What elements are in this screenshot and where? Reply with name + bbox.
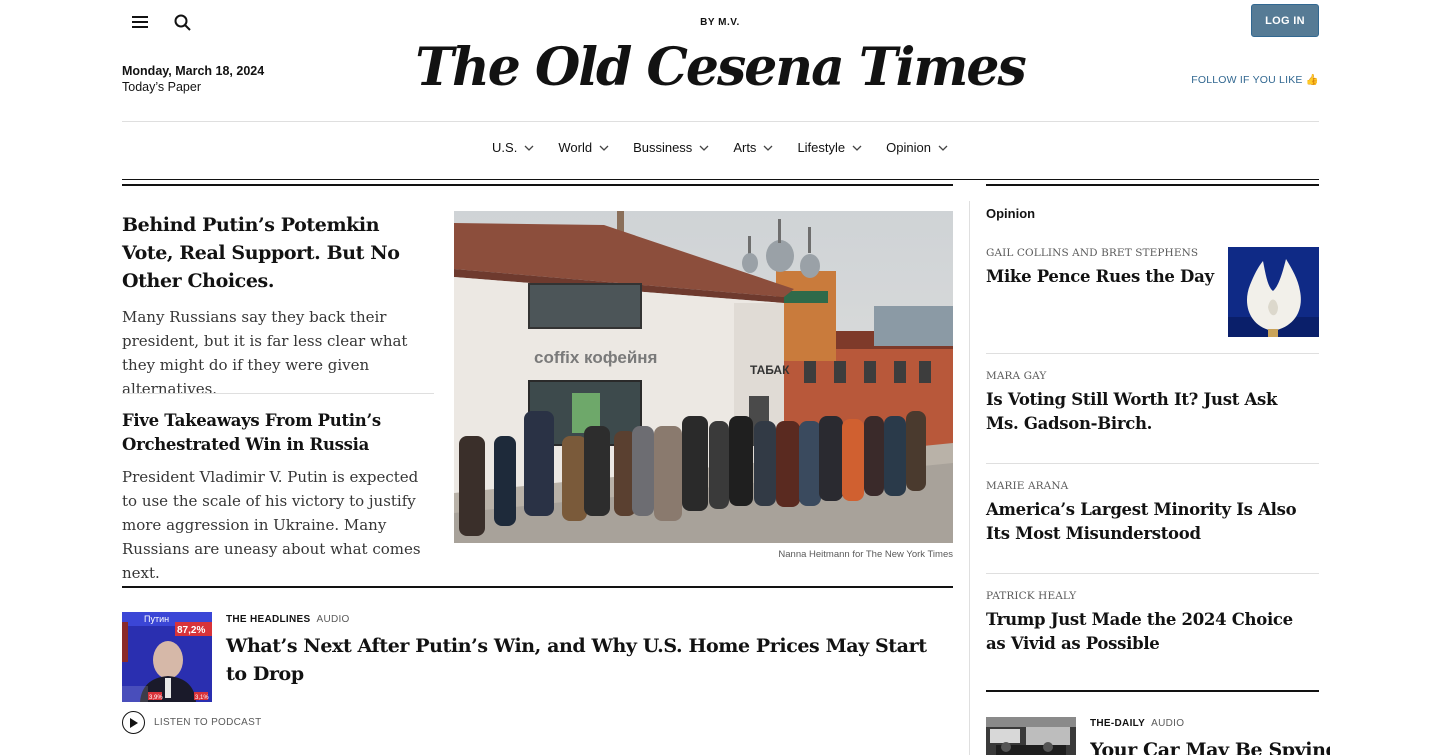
nav-item-label: Arts: [733, 140, 757, 155]
daily-meta: THE-DAILY AUDIO: [1090, 718, 1184, 729]
nav-item-label: Lifestyle: [797, 140, 846, 155]
opinion-author: GAIL COLLINS AND BRET STEPHENS: [986, 247, 1199, 259]
storefront-sign: coffix кофейня: [534, 348, 657, 367]
opinion-headline[interactable]: Is Voting Still Worth It? Just Ask Ms. G…: [986, 388, 1306, 436]
photo-credit: Nanna Heitmann for The New York Times: [778, 549, 953, 560]
chevron-down-icon: [699, 145, 709, 151]
second-summary: President Vladimir V. Putin is expected …: [122, 468, 421, 582]
opinion-item: PATRICK HEALY Trump Just Made the 2024 C…: [986, 590, 1306, 656]
nav-item-label: Opinion: [886, 140, 931, 155]
opinion-item: MARA GAY Is Voting Still Worth It? Just …: [986, 370, 1306, 436]
opinion-divider: [986, 573, 1319, 574]
listen-to-podcast-button[interactable]: LISTEN TO PODCAST: [122, 711, 262, 734]
follow-link[interactable]: FOLLOW IF YOU LIKE 👍: [1150, 73, 1319, 86]
podcast-type: AUDIO: [316, 614, 350, 625]
opinion-author: PATRICK HEALY: [986, 590, 1077, 602]
podcast-headline[interactable]: What’s Next After Putin’s Win, and Why U…: [226, 632, 946, 688]
lead-summary: Many Russians say they back their presid…: [122, 308, 408, 398]
nav-item-lifestyle[interactable]: Lifestyle: [795, 140, 864, 155]
lead-photo[interactable]: coffix кофейня ТАБАК: [454, 211, 953, 543]
masthead-byline: BY M.V.: [700, 17, 740, 28]
thumb-label: Путин: [144, 614, 169, 624]
opinion-divider: [986, 463, 1319, 464]
podcast-kicker[interactable]: THE HEADLINES: [226, 614, 310, 625]
nav-divider: [122, 179, 1319, 180]
todays-paper-link[interactable]: Today’s Paper: [122, 80, 264, 94]
thumb-small-1: 3,9%: [149, 695, 163, 701]
opinion-author: MARIE ARANA: [986, 480, 1069, 492]
main-section-rule: [122, 184, 953, 186]
play-icon: [122, 711, 145, 734]
thumb-small-2: 3,1%: [195, 695, 209, 701]
story-divider: [122, 393, 434, 394]
opinion-headline[interactable]: Trump Just Made the 2024 Choice as Vivid…: [986, 608, 1306, 656]
login-button[interactable]: LOG IN: [1251, 4, 1319, 37]
second-headline[interactable]: Five Takeaways From Putin’s Orchestrated…: [122, 409, 434, 457]
lead-story: Behind Putin’s Potemkin Vote, Real Suppo…: [122, 211, 434, 401]
nav-item-business[interactable]: Bussiness: [631, 140, 711, 155]
opinion-headline[interactable]: Mike Pence Rues the Day: [986, 265, 1216, 289]
nav-item-us[interactable]: U.S.: [490, 140, 536, 155]
nav-item-world[interactable]: World: [556, 140, 611, 155]
thumb-percent: 87,2%: [177, 625, 205, 636]
column-divider: [969, 201, 970, 755]
opinion-author: MARA GAY: [986, 370, 1047, 382]
side-sign: ТАБАК: [750, 363, 790, 377]
daily-kicker[interactable]: THE-DAILY: [1090, 718, 1145, 729]
daily-thumbnail[interactable]: [986, 717, 1076, 755]
podcast-meta: THE HEADLINES AUDIO: [226, 614, 350, 625]
nav-item-opinion[interactable]: Opinion: [884, 140, 950, 155]
current-date: Monday, March 18, 2024: [122, 64, 265, 78]
nav-item-label: World: [558, 140, 593, 155]
daily-section-rule: [986, 690, 1319, 692]
opinion-item: GAIL COLLINS AND BRET STEPHENS Mike Penc…: [986, 247, 1216, 289]
listen-label: LISTEN TO PODCAST: [154, 717, 262, 728]
daily-type: AUDIO: [1151, 718, 1185, 729]
opinion-item: MARIE ARANA America’s Largest Minority I…: [986, 480, 1306, 546]
date-block: Monday, March 18, 2024 Today’s Paper: [122, 64, 264, 94]
opinion-thumbnail[interactable]: [1228, 247, 1319, 337]
podcast-thumbnail[interactable]: Путин 87,2% 3,9% 3,1%: [122, 612, 212, 702]
chevron-down-icon: [524, 145, 534, 151]
nav-item-arts[interactable]: Arts: [731, 140, 775, 155]
nav-item-label: U.S.: [492, 140, 518, 155]
section-nav: U.S. World Bussiness Arts Lifestyle Opin…: [0, 140, 1440, 155]
opinion-section-rule: [986, 184, 1319, 186]
daily-headline[interactable]: Your Car May Be Spying: [1090, 736, 1330, 755]
chevron-down-icon: [599, 145, 609, 151]
podcast-section-rule: [122, 586, 953, 588]
lead-headline[interactable]: Behind Putin’s Potemkin Vote, Real Suppo…: [122, 211, 434, 295]
second-story: Five Takeaways From Putin’s Orchestrated…: [122, 409, 434, 585]
opinion-divider: [986, 353, 1319, 354]
chevron-down-icon: [938, 145, 948, 151]
chevron-down-icon: [763, 145, 773, 151]
nav-item-label: Bussiness: [633, 140, 693, 155]
chevron-down-icon: [852, 145, 862, 151]
opinion-headline[interactable]: America’s Largest Minority Is Also Its M…: [986, 498, 1306, 546]
opinion-section-label[interactable]: Opinion: [986, 206, 1035, 221]
header-divider: [122, 121, 1319, 122]
